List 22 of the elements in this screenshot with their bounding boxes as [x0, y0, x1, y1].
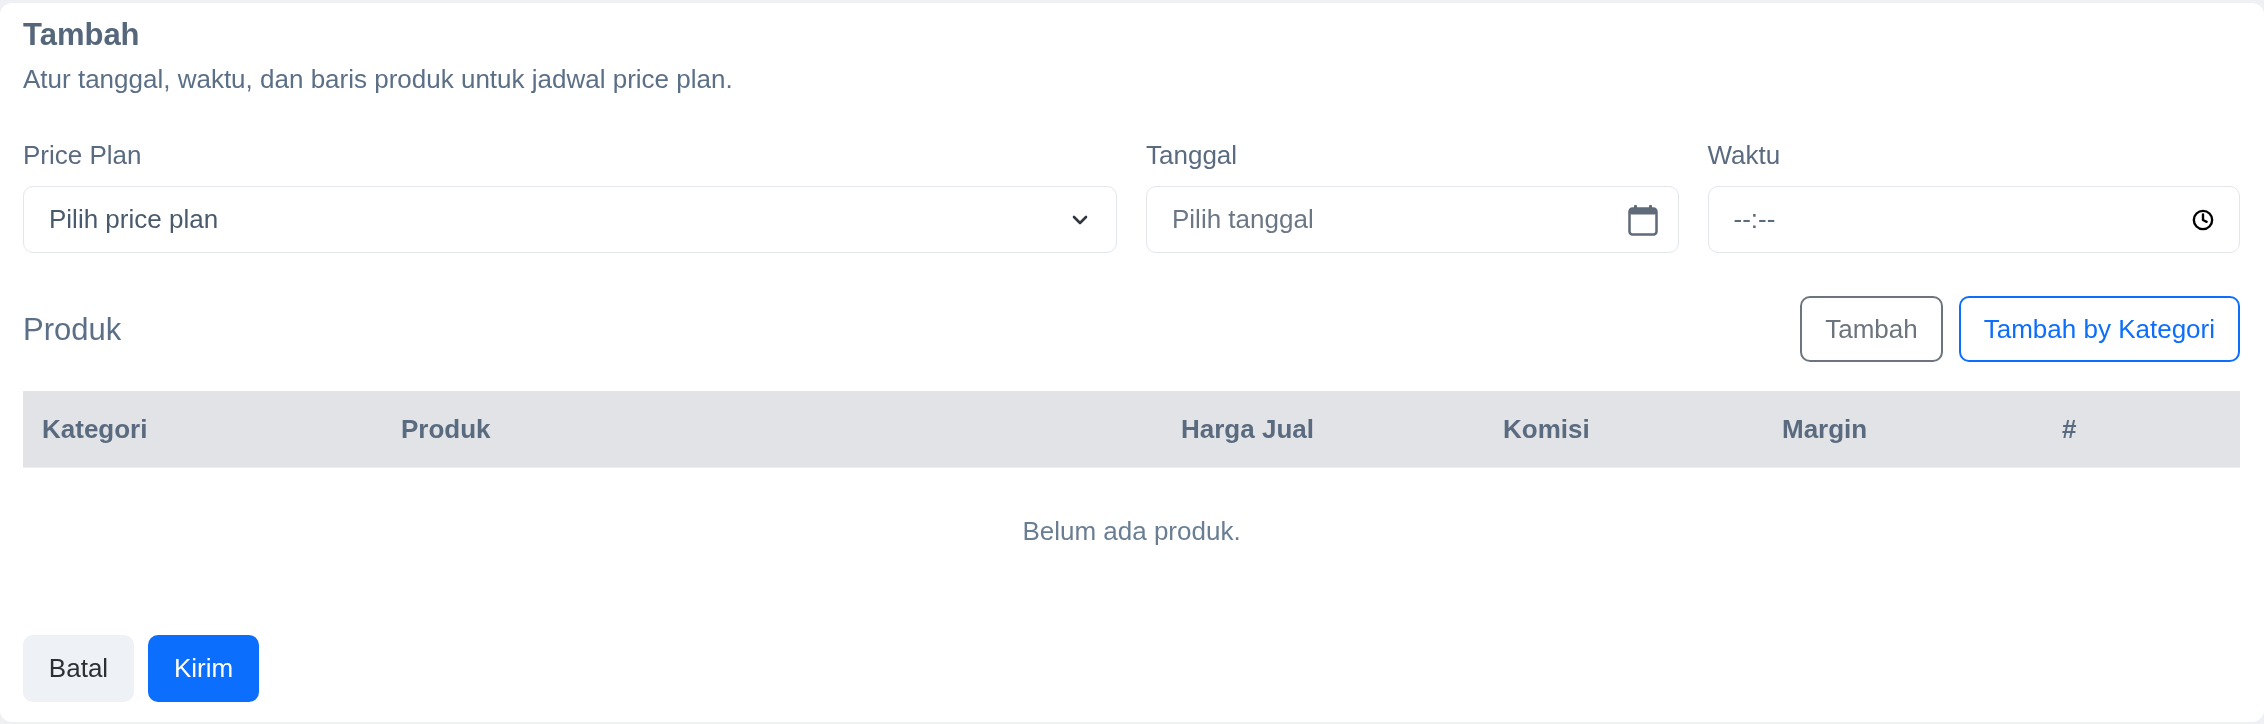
calendar-icon — [1627, 203, 1658, 236]
column-header: Kategori — [42, 414, 148, 444]
field-label: Tanggal — [1146, 139, 1238, 172]
form-subtitle: Atur tanggal, waktu, dan baris produk untuk jadwal price plan. — [23, 63, 733, 96]
price-plan-select[interactable]: Pilih price plan — [23, 186, 1117, 253]
form-title: Tambah — [23, 16, 140, 53]
column-header: Komisi — [1503, 414, 1590, 444]
column-header: Produk — [401, 414, 491, 444]
clock-icon — [2192, 208, 2214, 231]
empty-table-message: Belum ada produk. — [1022, 515, 1241, 548]
time-field[interactable]: --:-- — [1707, 186, 2240, 253]
submit-button[interactable]: Kirim — [148, 635, 259, 702]
add-button[interactable]: Tambah — [1800, 296, 1943, 362]
cancel-button[interactable]: Batal — [23, 635, 134, 702]
section-title: Produk — [23, 310, 122, 348]
field-label: Price Plan — [23, 139, 142, 172]
add-by-category-button[interactable]: Tambah by Kategori — [1958, 296, 2240, 362]
column-header: Margin — [1782, 414, 1868, 444]
field-label: Waktu — [1707, 139, 1781, 172]
date-field[interactable]: Pilih tanggal — [1146, 186, 1679, 253]
column-header: # — [2062, 414, 2077, 444]
column-header: Harga Jual — [1181, 414, 1314, 444]
